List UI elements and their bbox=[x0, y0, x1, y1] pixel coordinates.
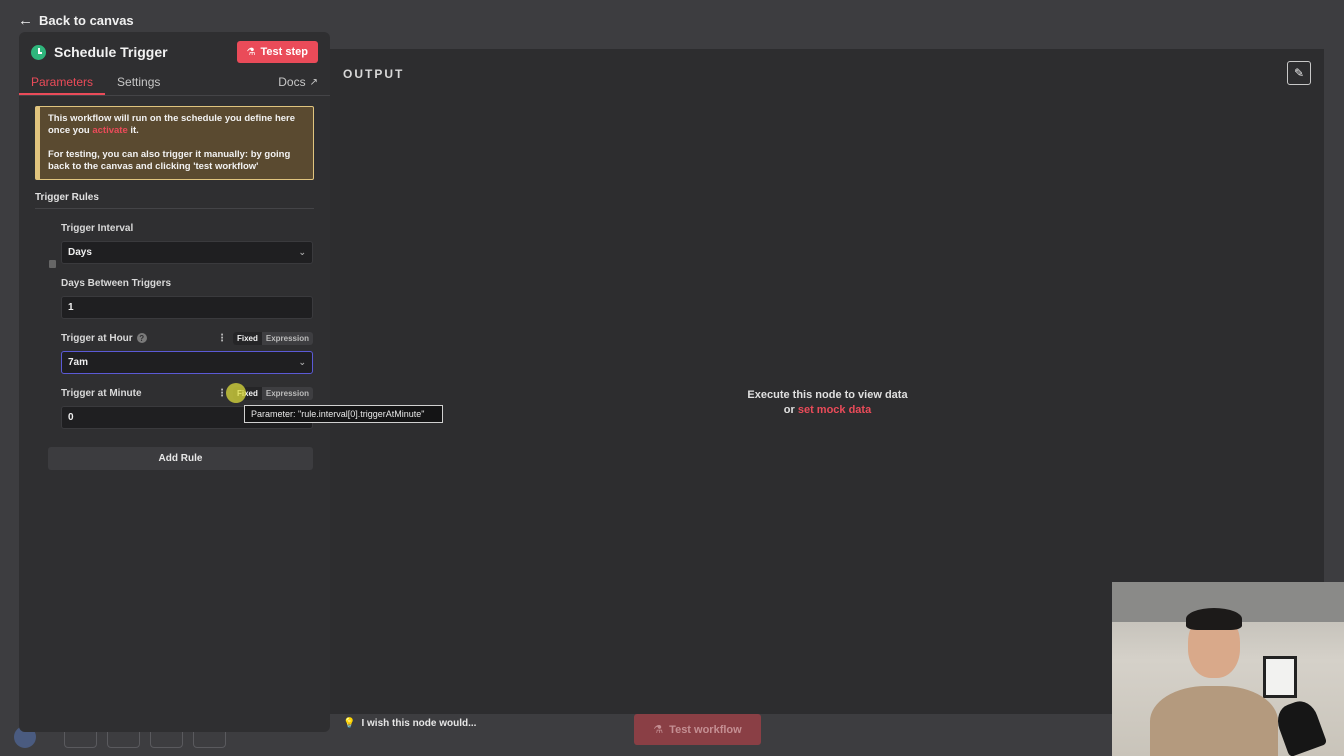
trigger-interval-label: Trigger Interval bbox=[61, 221, 313, 235]
webcam-presenter-hair bbox=[1186, 608, 1242, 630]
trigger-minute-label-text: Trigger at Minute bbox=[61, 387, 142, 399]
output-title: OUTPUT bbox=[343, 67, 405, 81]
days-between-input[interactable]: 1 bbox=[61, 296, 313, 319]
clock-icon bbox=[31, 44, 46, 60]
arrow-left-icon: ← bbox=[18, 12, 33, 29]
flask-icon: ⚗ bbox=[653, 724, 664, 736]
parameter-tooltip: Parameter: "rule.interval[0].triggerAtMi… bbox=[244, 405, 443, 423]
test-workflow-label: Test workflow bbox=[669, 723, 742, 736]
trigger-rule: Trigger Interval Days ⌄ Days Between Tri… bbox=[49, 221, 313, 429]
webcam-overlay bbox=[1112, 582, 1344, 756]
webcam-presenter-body bbox=[1150, 686, 1278, 756]
docs-link[interactable]: Docs ↗ bbox=[266, 75, 330, 95]
minute-mode-expression[interactable]: Expression bbox=[262, 387, 313, 400]
external-link-icon: ↗ bbox=[309, 76, 318, 88]
node-header: Schedule Trigger ⚗ Test step bbox=[19, 32, 330, 72]
hour-mode-toggle[interactable]: Fixed Expression bbox=[232, 331, 313, 345]
docs-label: Docs bbox=[278, 75, 306, 89]
days-between-label: Days Between Triggers bbox=[61, 276, 313, 290]
trigger-hour-value: 7am bbox=[68, 357, 89, 368]
node-parameters-panel: Schedule Trigger ⚗ Test step Parameters … bbox=[19, 32, 330, 732]
trigger-hour-label: Trigger at Hour ? ⋮ Fixed Expression bbox=[61, 331, 313, 345]
trigger-hour-label-text: Trigger at Hour bbox=[61, 332, 133, 344]
lightbulb-icon: 💡 bbox=[343, 718, 356, 729]
flask-icon: ⚗ bbox=[246, 46, 256, 58]
days-between-value: 1 bbox=[68, 302, 74, 313]
hour-mode-expression[interactable]: Expression bbox=[262, 332, 313, 345]
node-title: Schedule Trigger bbox=[54, 44, 168, 60]
trash-icon[interactable] bbox=[49, 260, 56, 268]
edit-output-button[interactable]: ✎ bbox=[1287, 61, 1311, 85]
tab-settings[interactable]: Settings bbox=[105, 75, 172, 95]
pencil-icon: ✎ bbox=[1293, 66, 1305, 80]
notice-text-1-end: it. bbox=[127, 125, 139, 136]
or-text: or bbox=[783, 404, 798, 416]
trigger-interval-select[interactable]: Days ⌄ bbox=[61, 241, 313, 264]
trigger-interval-label-text: Trigger Interval bbox=[61, 222, 134, 234]
microphone-icon bbox=[1272, 696, 1328, 756]
feedback-label: I wish this node would... bbox=[361, 718, 477, 729]
hour-mode-fixed[interactable]: Fixed bbox=[232, 331, 262, 345]
test-step-button[interactable]: ⚗ Test step bbox=[236, 41, 318, 63]
execute-node-text: Execute this node to view data bbox=[747, 389, 908, 401]
tab-parameters[interactable]: Parameters bbox=[19, 75, 106, 95]
back-to-canvas-label: Back to canvas bbox=[39, 13, 134, 28]
notice-text-1: This workflow will run on the schedule y… bbox=[48, 113, 296, 136]
notice-text-2: For testing, you can also trigger it man… bbox=[48, 149, 291, 172]
webcam-wall-frame bbox=[1263, 656, 1297, 698]
back-to-canvas-link[interactable]: ← Back to canvas bbox=[18, 12, 134, 29]
trigger-interval-value: Days bbox=[68, 247, 92, 258]
test-step-label: Test step bbox=[260, 46, 308, 58]
activate-link[interactable]: activate bbox=[92, 125, 127, 136]
trigger-minute-value: 0 bbox=[68, 412, 74, 423]
add-rule-button[interactable]: Add Rule bbox=[48, 447, 313, 470]
node-tabs: Parameters Settings Docs ↗ bbox=[19, 72, 330, 96]
schedule-notice: This workflow will run on the schedule y… bbox=[35, 106, 314, 180]
days-between-label-text: Days Between Triggers bbox=[61, 277, 172, 289]
chevron-down-icon: ⌄ bbox=[298, 357, 306, 367]
test-workflow-button[interactable]: ⚗ Test workflow bbox=[634, 714, 761, 745]
output-empty-message: Execute this node to view data or set mo… bbox=[710, 388, 945, 418]
chevron-down-icon: ⌄ bbox=[298, 247, 306, 257]
trigger-hour-tools: ⋮ Fixed Expression bbox=[217, 331, 313, 345]
trigger-rules-title: Trigger Rules bbox=[35, 192, 314, 209]
mouse-cursor-highlight bbox=[226, 383, 246, 403]
help-icon[interactable]: ? bbox=[136, 333, 147, 343]
trigger-minute-label: Trigger at Minute ⋮ Fixed Expression bbox=[61, 386, 313, 400]
feedback-link[interactable]: 💡 I wish this node would... bbox=[343, 718, 476, 729]
more-options-icon[interactable]: ⋮ bbox=[217, 333, 227, 344]
set-mock-data-link[interactable]: set mock data bbox=[798, 404, 871, 416]
trigger-hour-select[interactable]: 7am ⌄ bbox=[61, 351, 313, 374]
